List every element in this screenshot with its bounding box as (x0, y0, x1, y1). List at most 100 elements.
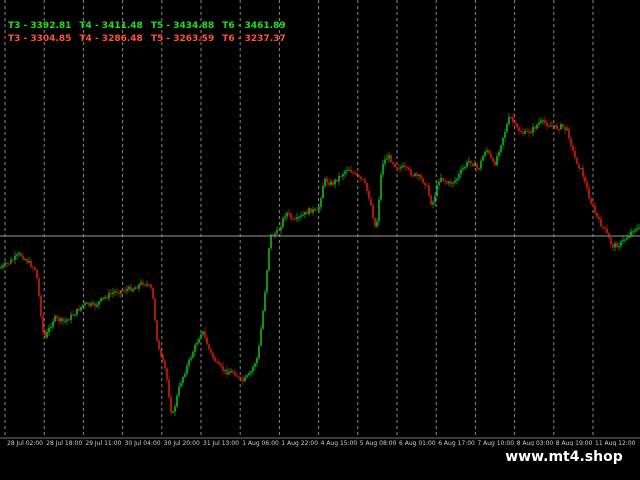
candle (618, 241, 620, 251)
candle (214, 355, 216, 363)
candle (46, 328, 48, 339)
candle (440, 173, 442, 184)
candle (546, 119, 548, 130)
candle (384, 155, 386, 168)
candle (364, 176, 366, 185)
candle (530, 130, 532, 134)
candle (388, 152, 390, 163)
candle (176, 393, 178, 409)
candle (336, 179, 338, 184)
candle (162, 352, 164, 363)
candle (422, 176, 424, 184)
candle (148, 283, 150, 288)
candle (448, 180, 450, 187)
candle (616, 240, 618, 248)
candle (518, 124, 520, 133)
candle (288, 209, 290, 217)
candle (538, 118, 540, 128)
candle (382, 159, 384, 178)
candle (528, 128, 530, 137)
candle (638, 223, 640, 230)
candle (72, 310, 74, 318)
candle (100, 297, 102, 303)
upper-target-levels: T3 - 3392.81 T4 - 3411.48 T5 - 3434.88 T6 -… (8, 21, 294, 31)
candle (52, 318, 54, 330)
candle (248, 371, 250, 377)
candle (66, 318, 68, 325)
candle (8, 262, 10, 266)
candle (612, 241, 614, 252)
candle (308, 207, 310, 216)
candle (372, 202, 374, 220)
candle (298, 215, 300, 222)
lower-target-levels: T3 - 3304.85 T4 - 3286.48 T5 - 3263.59 T6 -… (8, 34, 294, 44)
candle (560, 122, 562, 131)
candle (602, 225, 604, 231)
candle (34, 266, 36, 272)
candle (256, 356, 258, 368)
candle (520, 126, 522, 134)
candle (38, 275, 40, 299)
upper-level-1: T4 - 3411.48 (79, 21, 143, 31)
chart-canvas[interactable] (0, 0, 640, 480)
candle (302, 210, 304, 217)
candle (64, 316, 66, 325)
candle (620, 239, 622, 249)
candle (68, 317, 70, 321)
candle (322, 182, 324, 199)
candle (98, 300, 100, 309)
candle (392, 160, 394, 167)
candle (492, 156, 494, 163)
candle (468, 156, 470, 166)
candle (564, 126, 566, 135)
candle (430, 194, 432, 206)
candles (0, 113, 640, 417)
candle (180, 379, 182, 389)
candle (482, 154, 484, 162)
candle (424, 182, 426, 190)
candle (114, 288, 116, 296)
candle (314, 207, 316, 212)
candle (490, 150, 492, 160)
candle (444, 178, 446, 186)
candle (592, 200, 594, 209)
candle (102, 297, 104, 302)
candle (428, 182, 430, 198)
candle (12, 257, 14, 262)
x-axis-label: 31 Jul 13:00 (203, 440, 239, 447)
candle (112, 288, 114, 298)
candle (262, 308, 264, 331)
x-axis-label: 28 Jul 18:00 (46, 440, 83, 447)
candle (124, 286, 126, 294)
candle (510, 115, 512, 120)
candle (464, 165, 466, 171)
x-axis-label: 6 Aug 01:00 (399, 440, 436, 447)
candle (500, 144, 502, 156)
candle (412, 173, 414, 178)
candle (416, 172, 418, 179)
candle (26, 257, 28, 265)
candle (156, 319, 158, 343)
candle (172, 410, 174, 414)
candle (506, 121, 508, 134)
lower-level-3: T6 - 3237.37 (222, 34, 286, 44)
candle (280, 223, 282, 235)
candle (234, 369, 236, 377)
candle (458, 170, 460, 182)
candle (42, 313, 44, 336)
candle (144, 283, 146, 287)
candle (104, 295, 106, 301)
candle (466, 159, 468, 170)
price-chart[interactable]: T3 - 3392.81 T4 - 3411.48 T5 - 3434.88 T6 -… (0, 0, 640, 480)
x-axis-label: 1 Aug 22:00 (281, 440, 319, 447)
candle (184, 370, 186, 379)
candle (454, 176, 456, 185)
candle (282, 216, 284, 229)
candle (340, 174, 342, 179)
candle (556, 122, 558, 131)
candle (226, 365, 228, 378)
candle (362, 178, 364, 181)
candle (244, 375, 246, 382)
candle (140, 279, 142, 287)
candle (494, 159, 496, 167)
